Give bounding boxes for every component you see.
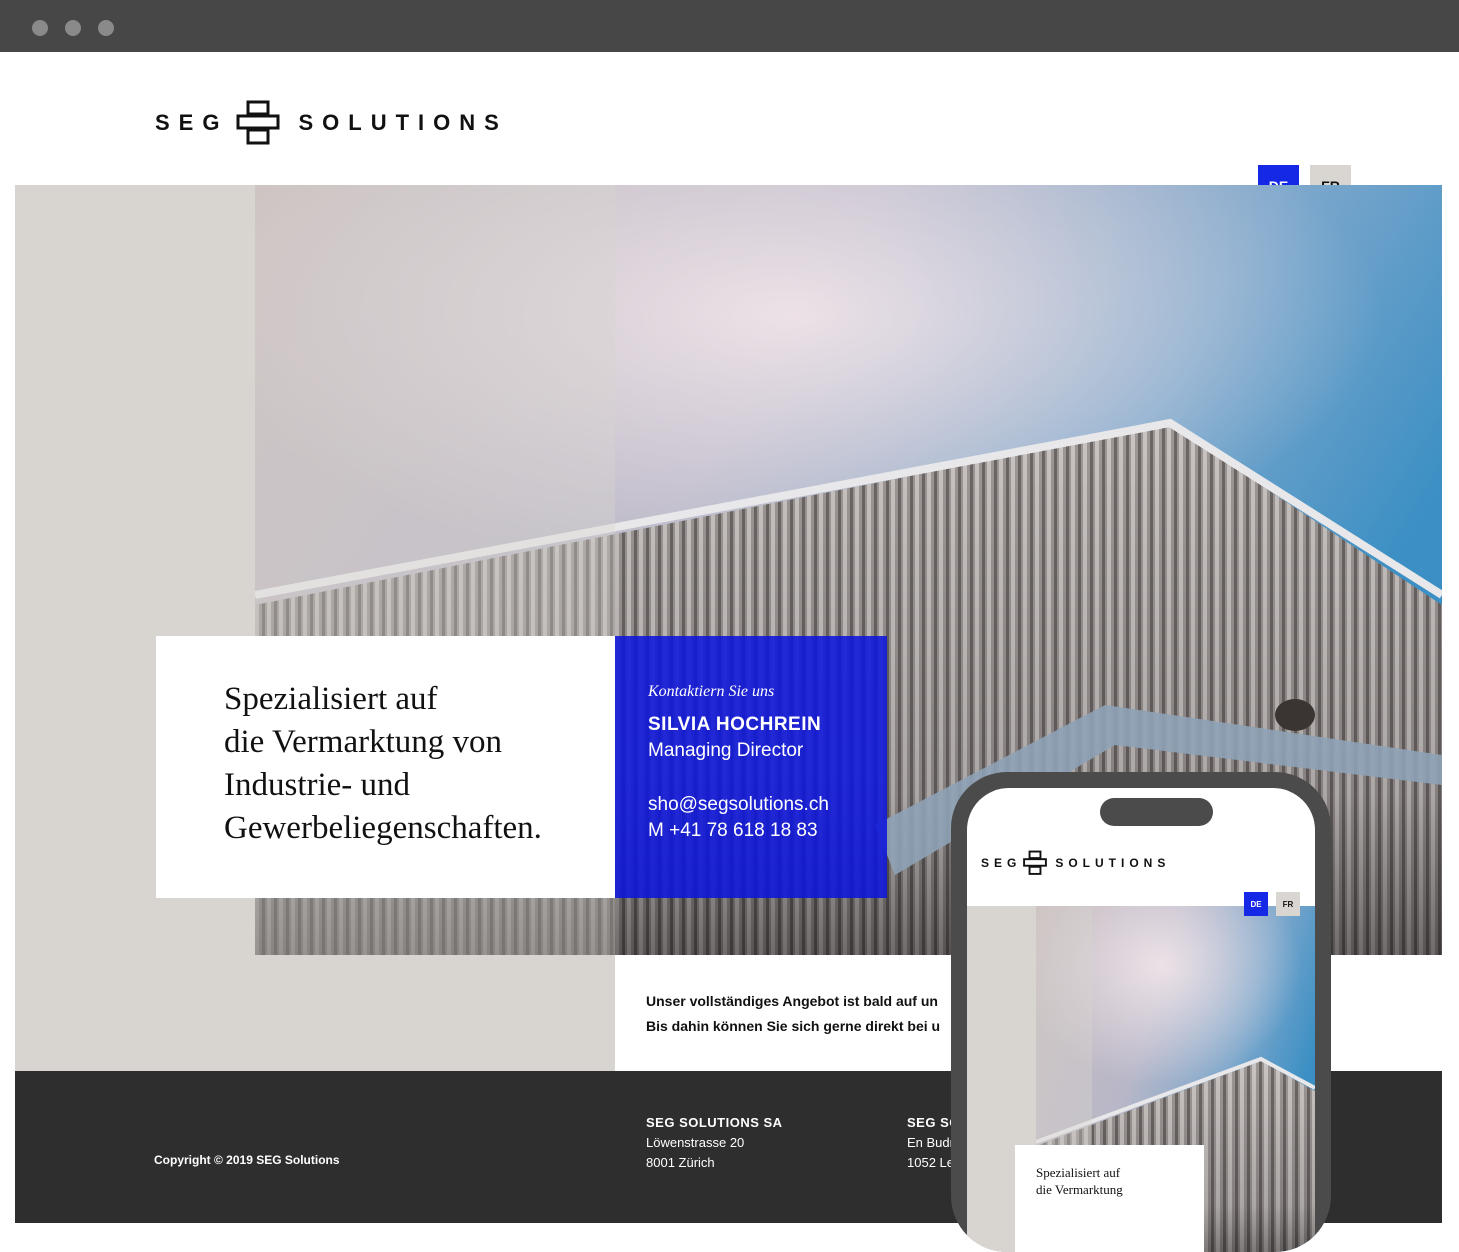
stacked-blocks-logo-icon: [236, 100, 280, 145]
info-line-2: Bis dahin können Sie sich gerne direkt b…: [646, 1018, 941, 1034]
mobile-logo-text-seg: SEG: [981, 856, 1022, 870]
browser-chrome: [0, 0, 1459, 52]
mobile-site-logo[interactable]: SEG SOLUTIONS: [981, 850, 1170, 876]
window-dot-icon[interactable]: [65, 20, 81, 36]
contact-phone-link[interactable]: M +41 78 618 18 83: [648, 820, 818, 842]
contact-heading: Kontaktiern Sie uns: [648, 683, 775, 700]
mobile-device-frame: SEG SOLUTIONS DE FR Spezialisiert auf di…: [951, 772, 1331, 1252]
info-line-1: Unser vollständiges Angebot ist bald auf…: [646, 993, 938, 1009]
copyright-text: Copyright © 2019 SEG Solutions: [154, 1153, 340, 1167]
mobile-screen: SEG SOLUTIONS DE FR Spezialisiert auf di…: [967, 788, 1315, 1252]
address-zurich-title: SEG SOLUTIONS SA: [646, 1115, 783, 1130]
tagline-card: Spezialisiert auf die Vermarktung von In…: [156, 636, 615, 898]
contact-card: Kontaktiern Sie uns SILVIA HOCHREIN Mana…: [615, 636, 887, 898]
mobile-logo-text-solutions: SOLUTIONS: [1055, 856, 1171, 870]
address-zurich-street: Löwenstrasse 20: [646, 1135, 745, 1150]
logo-text-seg: SEG: [155, 110, 229, 135]
info-text: Unser vollständiges Angebot ist bald auf…: [646, 989, 940, 1039]
contact-role: Managing Director: [648, 740, 804, 761]
mobile-language-fr-button[interactable]: FR: [1276, 892, 1300, 916]
window-dot-icon[interactable]: [98, 20, 114, 36]
hero-tagline: Spezialisiert auf die Vermarktung von In…: [224, 681, 542, 846]
contact-email-link[interactable]: sho@segsolutions.ch: [648, 794, 829, 816]
logo-text-solutions: SOLUTIONS: [298, 110, 508, 135]
mobile-language-de-button[interactable]: DE: [1244, 892, 1268, 916]
address-zurich-city: 8001 Zürich: [646, 1155, 715, 1170]
mobile-tagline-card: Spezialisiert auf die Vermarktung: [1015, 1145, 1204, 1252]
window-dot-icon[interactable]: [32, 20, 48, 36]
contact-name: SILVIA HOCHREIN: [648, 714, 822, 735]
phone-notch: [1100, 798, 1213, 826]
stacked-blocks-logo-icon: [1023, 850, 1048, 875]
site-logo[interactable]: SEG SOLUTIONS: [155, 97, 508, 149]
address-zurich: SEG SOLUTIONS SA Löwenstrasse 20 8001 Zü…: [646, 1113, 783, 1173]
mobile-hero-tagline: Spezialisiert auf die Vermarktung: [1036, 1165, 1123, 1197]
